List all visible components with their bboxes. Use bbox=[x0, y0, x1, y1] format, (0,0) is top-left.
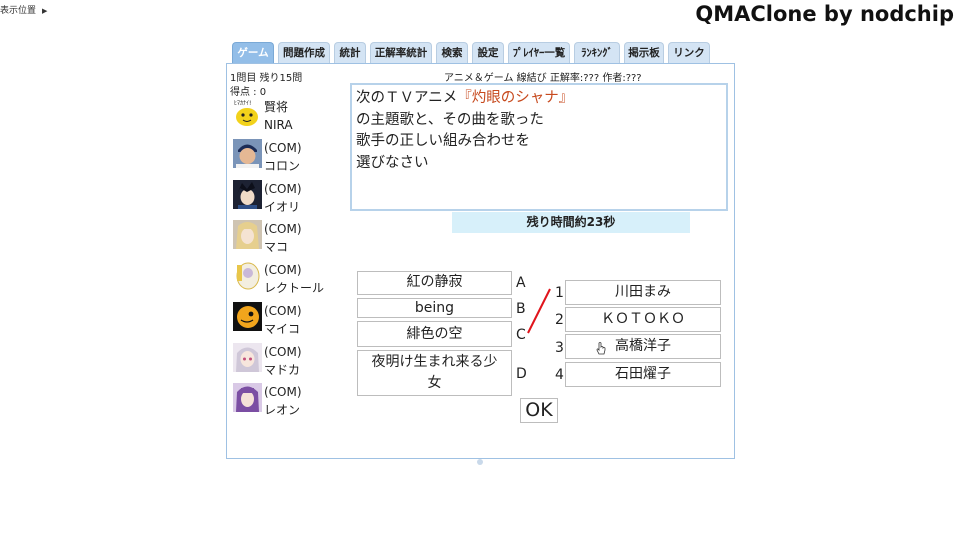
player-nickname: マコ bbox=[264, 240, 289, 254]
dark-hair-character-avatar-icon bbox=[233, 180, 262, 209]
question-line-2: の主題歌と、その曲を歌った bbox=[356, 111, 544, 128]
tab-search[interactable]: 検索 bbox=[436, 42, 468, 63]
scroll-indicator[interactable] bbox=[477, 459, 483, 465]
left-choice-a[interactable]: 紅の静寂 bbox=[357, 271, 512, 295]
right-choice-2[interactable]: ＫＯＴＯＫＯ bbox=[565, 307, 721, 332]
yellow-mascot-avatar-icon: ﾋﾏｶﾅｲ! bbox=[233, 98, 262, 127]
player-nickname: イオリ bbox=[264, 200, 301, 214]
player-nickname: NIRA bbox=[264, 118, 293, 132]
player-type: (COM) bbox=[264, 182, 302, 196]
time-remaining: 残り時間約23秒 bbox=[452, 212, 690, 233]
player-name: (COM) イオリ bbox=[264, 180, 302, 216]
player-nickname: レオン bbox=[264, 403, 301, 417]
triangle-right-icon[interactable]: ▶ bbox=[42, 7, 47, 15]
player-name: (COM) マドカ bbox=[264, 343, 302, 379]
left-choice-d[interactable]: 夜明け生まれ来る少女 bbox=[357, 350, 512, 396]
player-nickname: レクトール bbox=[264, 281, 325, 295]
tab-statistics[interactable]: 統計 bbox=[334, 42, 366, 63]
left-choice-b[interactable]: being bbox=[357, 298, 512, 318]
player-name: (COM) レオン bbox=[264, 383, 302, 419]
tab-links[interactable]: リンク bbox=[668, 42, 710, 63]
silver-hair-character-avatar-icon bbox=[233, 343, 262, 372]
score-display: 得点 : 0 bbox=[230, 87, 267, 98]
player-name: (COM) マコ bbox=[264, 220, 302, 256]
hand-cursor-icon bbox=[596, 342, 606, 355]
orange-blob-avatar-icon bbox=[233, 302, 262, 331]
question-text: 次のＴＶアニメ『灼眼のシャナ』 の主題歌と、その曲を歌った 歌手の正しい組み合わ… bbox=[350, 83, 728, 211]
sticker-character-avatar-icon bbox=[233, 261, 262, 290]
choice-number-3: 3 bbox=[555, 340, 564, 356]
question-info: アニメ＆ゲーム 線結び 正解率:??? 作者:??? bbox=[444, 73, 642, 84]
tab-settings[interactable]: 設定 bbox=[472, 42, 504, 63]
svg-text:ﾋﾏｶﾅｲ!: ﾋﾏｶﾅｲ! bbox=[234, 100, 251, 107]
player-type: (COM) bbox=[264, 141, 302, 155]
player-nickname: コロン bbox=[264, 159, 301, 173]
player-rank: 賢将 bbox=[264, 100, 289, 114]
player-nickname: マドカ bbox=[264, 363, 301, 377]
question-line-4: 選びなさい bbox=[356, 154, 429, 171]
ok-button[interactable]: OK bbox=[520, 398, 558, 423]
player-type: (COM) bbox=[264, 345, 302, 359]
question-line-3: 歌手の正しい組み合わせを bbox=[356, 133, 530, 149]
choice-number-4: 4 bbox=[555, 367, 564, 383]
player-type: (COM) bbox=[264, 304, 302, 318]
baseball-player-avatar-icon bbox=[233, 139, 262, 168]
player-nickname: マイコ bbox=[264, 322, 301, 336]
question-progress: 1問目 残り15問 bbox=[230, 73, 303, 84]
tab-accuracy-statistics[interactable]: 正解率統計 bbox=[370, 42, 432, 63]
tab-create-question[interactable]: 問題作成 bbox=[278, 42, 330, 63]
choice-letter-d: D bbox=[516, 366, 527, 382]
question-line-1: 次のＴＶアニメ bbox=[356, 90, 458, 106]
display-position-label[interactable]: 表示位置 bbox=[0, 6, 36, 16]
right-choice-4[interactable]: 石田燿子 bbox=[565, 362, 721, 387]
right-choice-1[interactable]: 川田まみ bbox=[565, 280, 721, 305]
player-name: (COM) マイコ bbox=[264, 302, 302, 338]
choice-letter-a: A bbox=[516, 275, 526, 291]
tab-game[interactable]: ゲーム bbox=[232, 42, 274, 63]
tab-ranking[interactable]: ﾗﾝｷﾝｸﾞ bbox=[574, 42, 620, 63]
player-type: (COM) bbox=[264, 385, 302, 399]
player-name: (COM) コロン bbox=[264, 139, 302, 175]
player-name: (COM) レクトール bbox=[264, 261, 324, 297]
choice-number-2: 2 bbox=[555, 312, 564, 328]
tab-player-list[interactable]: ﾌﾟﾚｲﾔｰ一覧 bbox=[508, 42, 570, 63]
purple-hair-character-avatar-icon bbox=[233, 383, 262, 412]
right-choice-3[interactable]: 高橋洋子 bbox=[565, 334, 721, 359]
player-type: (COM) bbox=[264, 222, 302, 236]
display-position-toggle[interactable]: 表示位置 ▶ bbox=[0, 3, 47, 16]
player-type: (COM) bbox=[264, 263, 302, 277]
player-name: 賢将 NIRA bbox=[264, 98, 293, 134]
blonde-character-avatar-icon bbox=[233, 220, 262, 249]
question-anime-title: 『灼眼のシャナ』 bbox=[457, 90, 574, 106]
choice-number-1: 1 bbox=[555, 285, 564, 301]
choice-letter-c: C bbox=[516, 327, 526, 343]
left-choice-c[interactable]: 緋色の空 bbox=[357, 321, 512, 347]
tab-bbs[interactable]: 掲示板 bbox=[624, 42, 664, 63]
site-brand: QMAClone by nodchip bbox=[695, 2, 954, 26]
choice-letter-b: B bbox=[516, 301, 526, 317]
